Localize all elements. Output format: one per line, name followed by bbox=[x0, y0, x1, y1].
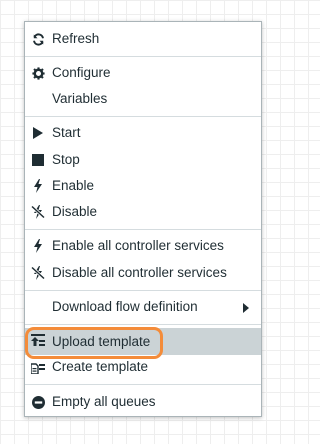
menu-item-label: Start bbox=[52, 125, 81, 140]
menu-divider bbox=[25, 116, 261, 117]
menu-item-refresh[interactable]: Refresh bbox=[25, 27, 261, 51]
upload-template-icon bbox=[31, 334, 45, 348]
menu-item-upload-template[interactable]: Upload template bbox=[25, 328, 261, 355]
menu-item-variables[interactable]: Variables bbox=[25, 87, 261, 111]
menu-item-start[interactable]: Start bbox=[25, 121, 261, 145]
menu-item-configure[interactable]: Configure bbox=[25, 61, 261, 85]
menu-divider bbox=[25, 384, 261, 385]
gear-icon bbox=[31, 66, 45, 80]
menu-item-label: Empty all queues bbox=[52, 394, 156, 409]
menu-item-label: Create template bbox=[52, 359, 149, 374]
menu-item-label: Disable all controller services bbox=[52, 265, 227, 280]
menu-item-empty-all-queues[interactable]: Empty all queues bbox=[25, 390, 261, 414]
menu-item-label: Upload template bbox=[52, 334, 151, 349]
submenu-arrow-icon bbox=[243, 301, 249, 316]
menu-item-enable[interactable]: Enable bbox=[25, 174, 261, 198]
menu-item-label: Enable all controller services bbox=[52, 238, 224, 253]
menu-divider bbox=[25, 290, 261, 291]
refresh-icon bbox=[31, 32, 45, 46]
menu-item-label: Disable bbox=[52, 204, 98, 219]
menu-item-label: Enable bbox=[52, 178, 95, 193]
lightning-slash-icon bbox=[31, 266, 45, 280]
menu-item-stop[interactable]: Stop bbox=[25, 148, 261, 172]
lightning-icon bbox=[31, 239, 45, 253]
menu-item-create-template[interactable]: Create template bbox=[25, 355, 261, 379]
menu-divider bbox=[25, 56, 261, 57]
menu-item-label: Stop bbox=[52, 152, 80, 167]
lightning-slash-icon bbox=[31, 205, 45, 219]
context-menu: Refresh Configure Variables Start Stop E… bbox=[24, 21, 262, 417]
menu-item-label: Variables bbox=[52, 91, 108, 106]
stop-icon bbox=[31, 153, 45, 167]
play-icon bbox=[31, 126, 45, 140]
menu-item-label: Download flow definition bbox=[52, 299, 198, 314]
menu-item-label: Configure bbox=[52, 65, 111, 80]
menu-divider bbox=[25, 324, 261, 325]
menu-item-enable-all-controller-services[interactable]: Enable all controller services bbox=[25, 234, 261, 258]
menu-divider bbox=[25, 229, 261, 230]
menu-item-download-flow-definition[interactable]: Download flow definition bbox=[25, 295, 261, 319]
create-template-icon bbox=[31, 360, 45, 374]
menu-item-disable-all-controller-services[interactable]: Disable all controller services bbox=[25, 261, 261, 285]
minus-circle-icon bbox=[31, 395, 45, 409]
menu-item-disable[interactable]: Disable bbox=[25, 200, 261, 224]
menu-item-label: Refresh bbox=[52, 31, 100, 46]
lightning-icon bbox=[31, 179, 45, 193]
